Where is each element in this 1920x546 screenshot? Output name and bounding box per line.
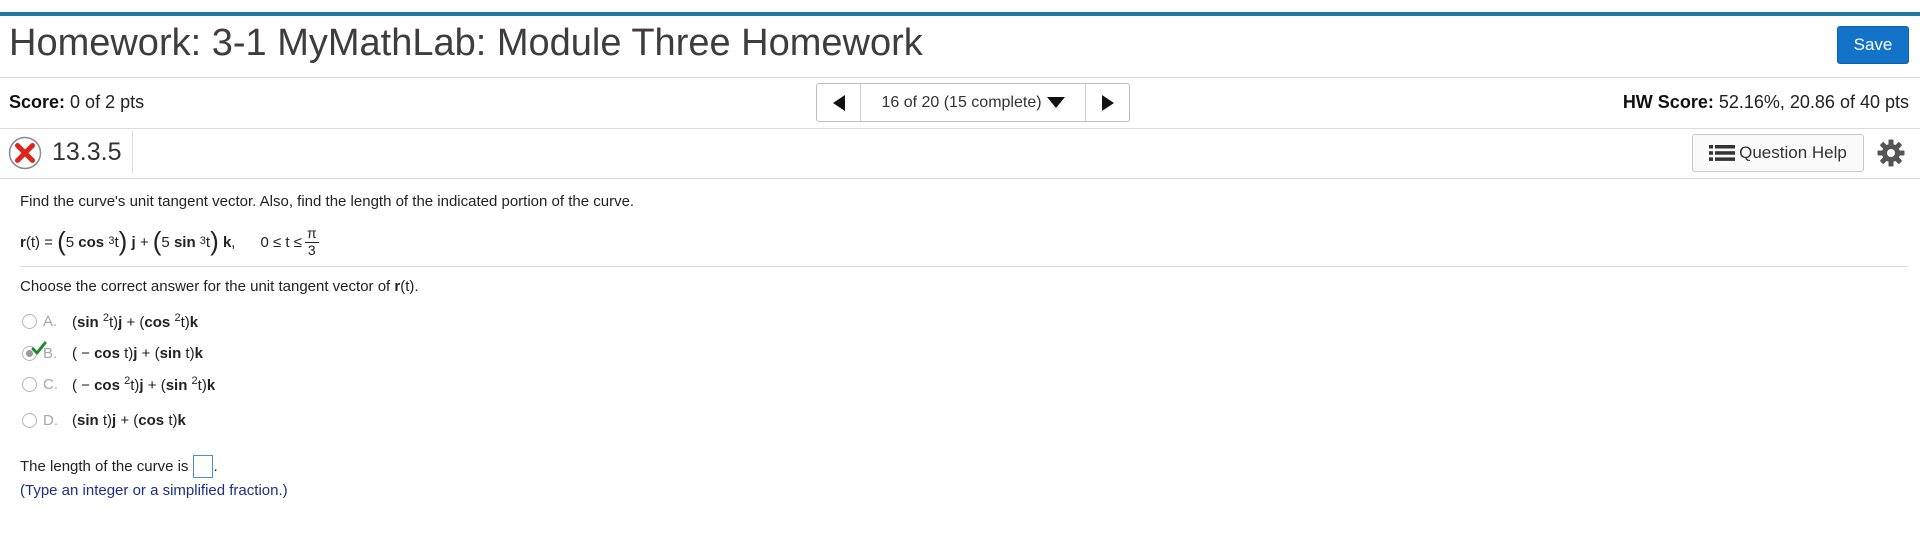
previous-question-button[interactable]: [817, 84, 861, 121]
formula-term2-vec: k: [222, 233, 232, 251]
question-header: 13.3.5 Question Help: [0, 129, 1920, 177]
formula-term1-fn: cos: [78, 233, 105, 251]
answer-hint: (Type an integer or a simplified fractio…: [20, 482, 288, 499]
option-a-text: (sin 2t)j + (cos 2t)k: [72, 311, 199, 331]
formula-range: 0 ≤ t ≤: [260, 233, 302, 251]
formula-lhs-arg: (t) =: [25, 233, 53, 251]
length-prefix: The length of the curve is: [20, 458, 189, 475]
question-dropdown[interactable]: 16 of 20 (15 complete): [861, 84, 1085, 121]
save-button[interactable]: Save: [1837, 26, 1909, 64]
option-c-text: ( − cos 2t)j + (sin 2t)k: [72, 374, 216, 394]
formula-term1-exp: 3: [108, 235, 115, 247]
option-d-radio[interactable]: [22, 412, 37, 428]
choose-instruction: Choose the correct answer for the unit t…: [20, 278, 419, 295]
option-letter: A.: [43, 312, 58, 330]
length-question: The length of the curve is .: [20, 455, 218, 478]
option-d-text: (sin t)j + (cos t)k: [72, 411, 186, 429]
formula-term2-exp: 3: [199, 235, 206, 247]
fraction-numerator: π: [304, 225, 319, 243]
title-row: Homework: 3-1 MyMathLab: Module Three Ho…: [0, 16, 1920, 76]
formula-term2-fn: sin: [173, 233, 196, 251]
formula-term1-vec: j: [131, 233, 136, 251]
length-suffix: .: [213, 458, 218, 475]
caret-down-icon: [1046, 97, 1065, 108]
option-letter: C.: [43, 375, 58, 393]
fraction-denominator: 3: [307, 241, 316, 258]
question-help-label: Question Help: [1739, 143, 1847, 162]
hw-score-label: HW Score:: [1622, 92, 1714, 112]
option-a-radio[interactable]: [22, 313, 37, 329]
hw-score-value: 52.16%, 20.86 of 40 pts: [1718, 92, 1909, 112]
formula-term1-coef: 5: [65, 233, 75, 251]
question-help-button[interactable]: Question Help: [1692, 134, 1864, 172]
range-fraction: π 3: [304, 225, 319, 258]
arrow-right-icon: [1101, 94, 1114, 111]
option-c[interactable]: C. ( − cos 2t)j + (sin 2t)k: [20, 372, 215, 396]
question-prompt: Find the curve's unit tangent vector. Al…: [20, 193, 635, 210]
question-number: 13.3.5: [52, 138, 122, 166]
page-title: Homework: 3-1 MyMathLab: Module Three Ho…: [9, 22, 923, 64]
next-question-button[interactable]: [1085, 84, 1129, 121]
divider: [132, 131, 133, 173]
question-score: Score: 0 of 2 pts: [9, 92, 144, 113]
option-c-radio[interactable]: [22, 376, 37, 392]
question-position: 16 of 20 (15 complete): [881, 93, 1042, 111]
curve-formula: r (t) = (5 cos 3 t) j + (5 sin 3 t) k, 0 ≤ …: [20, 225, 319, 258]
arrow-left-icon: [832, 94, 845, 111]
option-b-radio[interactable]: [22, 341, 47, 361]
formula-term2-coef: 5: [161, 233, 170, 251]
choose-prefix: Choose the correct answer for the unit t…: [20, 278, 395, 295]
hw-score: HW Score: 52.16%, 20.86 of 40 pts: [1623, 92, 1909, 113]
score-bar: Score: 0 of 2 pts 16 of 20 (15 complete)…: [0, 78, 1920, 128]
divider: [20, 266, 1908, 267]
question-navigator: 16 of 20 (15 complete): [816, 83, 1130, 122]
checkmark-icon: [31, 341, 47, 354]
option-letter: D.: [43, 411, 58, 429]
option-b-text: ( − cos t)j + (sin t)k: [72, 344, 203, 362]
score-label: Score:: [9, 92, 66, 112]
option-a[interactable]: A. (sin 2t)j + (cos 2t)k: [20, 309, 198, 333]
divider: [0, 178, 1920, 179]
option-b[interactable]: B. ( − cos t)j + (sin t)k: [20, 341, 203, 365]
choose-suffix: (t).: [400, 278, 419, 295]
option-d[interactable]: D. (sin t)j + (cos t)k: [20, 408, 186, 432]
score-value: 0 of 2 pts: [70, 92, 145, 112]
length-answer-input[interactable]: [193, 455, 214, 478]
formula-plus: +: [139, 233, 149, 251]
incorrect-x-icon: [8, 136, 42, 170]
gear-icon[interactable]: [1877, 139, 1905, 167]
list-icon: [1709, 145, 1736, 161]
